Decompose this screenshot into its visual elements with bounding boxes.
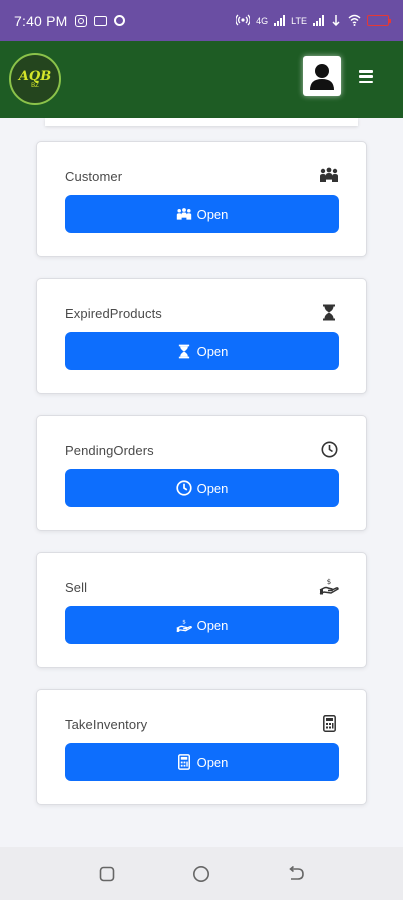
card-title: Customer (65, 169, 123, 184)
battery-icon (367, 15, 391, 26)
recent-apps-button[interactable] (97, 864, 117, 884)
user-avatar[interactable] (303, 56, 341, 96)
open-expired-products-button[interactable]: Open (65, 332, 339, 370)
app-notification-icon (113, 15, 125, 26)
open-sell-button[interactable]: $ Open (65, 606, 339, 644)
hotspot-icon (235, 14, 251, 28)
back-button[interactable] (286, 864, 306, 884)
calculator-icon (319, 714, 339, 732)
open-customer-button[interactable]: Open (65, 195, 339, 233)
menu-bar-3 (359, 80, 373, 83)
status-time: 7:40 PM (14, 12, 68, 29)
status-bar: 7:40 PM 4G LTE (0, 0, 403, 41)
clock-icon (175, 480, 192, 496)
network-label-1: 4G (256, 15, 269, 26)
menu-bar-2 (359, 75, 373, 78)
system-nav-bar (0, 847, 403, 900)
home-button[interactable] (191, 864, 211, 884)
mail-icon (93, 15, 107, 26)
logo-subtext: BZ (31, 83, 39, 89)
card-pending-orders: PendingOrders Open (36, 415, 367, 531)
signal-1-icon (274, 15, 286, 26)
signal-2-icon (313, 15, 324, 26)
logo-text: AQB (18, 69, 52, 84)
card-sell: Sell $ $ Open (36, 552, 367, 668)
app-header: AQB BZ (0, 41, 403, 118)
card-take-inventory: TakeInventory Open (36, 689, 367, 805)
card-expired-products: ExpiredProducts Open (36, 278, 367, 394)
button-label: Open (196, 754, 229, 770)
app-logo[interactable]: AQB BZ (9, 53, 61, 105)
hand-money-icon: $ (319, 577, 339, 595)
wifi-icon (348, 14, 361, 28)
clock-icon (319, 440, 339, 458)
menu-bar-1 (359, 70, 373, 73)
user-icon (310, 64, 334, 90)
menu-button[interactable] (359, 70, 373, 83)
instagram-icon (74, 14, 87, 27)
button-label: Open (196, 206, 229, 222)
back-arrow-icon (289, 865, 304, 880)
svg-text:$: $ (327, 578, 331, 586)
speed-icon (330, 14, 342, 28)
card-title: Sell (65, 580, 88, 595)
hourglass-icon (176, 343, 192, 359)
card-title: TakeInventory (65, 717, 148, 732)
previous-card-edge (45, 118, 358, 126)
open-pending-orders-button[interactable]: Open (65, 469, 339, 507)
button-label: Open (196, 343, 229, 359)
button-label: Open (196, 480, 229, 496)
svg-text:$: $ (182, 619, 186, 625)
calculator-icon (176, 754, 192, 770)
customers-icon (176, 206, 192, 222)
hand-money-icon: $ (176, 617, 192, 633)
customers-icon (319, 166, 339, 184)
open-take-inventory-button[interactable]: Open (65, 743, 339, 781)
card-title: PendingOrders (65, 443, 154, 458)
square-icon (99, 866, 115, 881)
dashboard-content: Customer Open ExpiredProducts Open Pendi… (0, 118, 403, 847)
circle-icon (193, 865, 210, 882)
card-customer: Customer Open (36, 141, 367, 257)
card-title: ExpiredProducts (65, 306, 162, 321)
button-label: Open (196, 617, 229, 633)
network-label-2: LTE (291, 15, 307, 26)
hourglass-icon (319, 303, 339, 321)
